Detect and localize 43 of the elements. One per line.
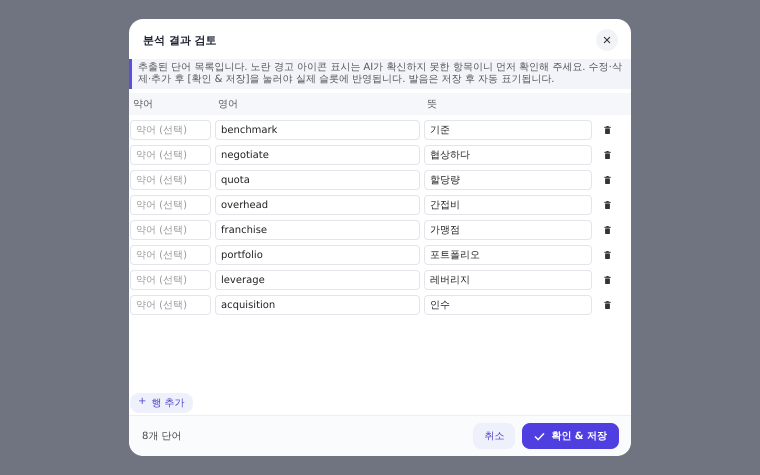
check-icon <box>534 432 546 440</box>
word-field[interactable]: portfolio <box>215 245 420 265</box>
word-field[interactable]: overhead <box>215 195 420 215</box>
meaning-field[interactable]: 협상하다 <box>424 145 592 165</box>
column-header: 영어 <box>218 98 239 111</box>
trash-icon[interactable] <box>604 301 611 309</box>
meaning-field[interactable]: 포트폴리오 <box>424 245 592 265</box>
trash-icon[interactable] <box>604 176 611 184</box>
trash-icon[interactable] <box>604 201 611 209</box>
meaning-field[interactable]: 가맹점 <box>424 220 592 240</box>
abbreviation-field[interactable]: 약어 (선택) <box>130 220 211 240</box>
abbreviation-field[interactable]: 약어 (선택) <box>130 195 211 215</box>
column-header: 뜻 <box>427 98 438 111</box>
word-field[interactable]: franchise <box>215 220 420 240</box>
cancel-button[interactable]: 취소 <box>473 423 516 449</box>
meaning-field[interactable]: 간접비 <box>424 195 592 215</box>
notice-banner: 추출된 단어 목록입니다. 노란 경고 아이콘 표시는 AI가 확신하지 못한 항목이니 먼저 확인해 주세요. 수정·삭제·추가 후 [확인 & 저장]을 눌러야 실제 슬롯에 반영됩니다. 발음은 저장 후 자동 표기됩니다. <box>129 59 631 89</box>
close-button[interactable]: × <box>596 29 618 51</box>
word-count: 8개 단어 <box>142 430 182 443</box>
trash-icon[interactable] <box>604 226 611 234</box>
trash-icon[interactable] <box>604 251 611 259</box>
meaning-field[interactable]: 인수 <box>424 295 592 315</box>
word-field[interactable]: acquisition <box>215 295 420 315</box>
abbreviation-field[interactable]: 약어 (선택) <box>130 170 211 190</box>
word-field[interactable]: benchmark <box>215 120 420 140</box>
meaning-field[interactable]: 할당량 <box>424 170 592 190</box>
meaning-field[interactable]: 레버리지 <box>424 270 592 290</box>
column-header: 약어 <box>133 98 154 111</box>
abbreviation-field[interactable]: 약어 (선택) <box>130 295 211 315</box>
trash-icon[interactable] <box>604 276 611 284</box>
meaning-field[interactable]: 기준 <box>424 120 592 140</box>
word-field[interactable]: negotiate <box>215 145 420 165</box>
abbreviation-field[interactable]: 약어 (선택) <box>130 145 211 165</box>
add-row-button[interactable]: + 행 추가 <box>130 393 193 413</box>
abbreviation-field[interactable]: 약어 (선택) <box>130 245 211 265</box>
word-field[interactable]: quota <box>215 170 420 190</box>
word-field[interactable]: leverage <box>215 270 420 290</box>
confirm-save-button[interactable]: 확인 & 저장 <box>522 423 619 449</box>
trash-icon[interactable] <box>604 126 611 134</box>
dialog-title: 분석 결과 검토 <box>143 32 217 48</box>
abbreviation-field[interactable]: 약어 (선택) <box>130 270 211 290</box>
abbreviation-field[interactable]: 약어 (선택) <box>130 120 211 140</box>
trash-icon[interactable] <box>604 151 611 159</box>
